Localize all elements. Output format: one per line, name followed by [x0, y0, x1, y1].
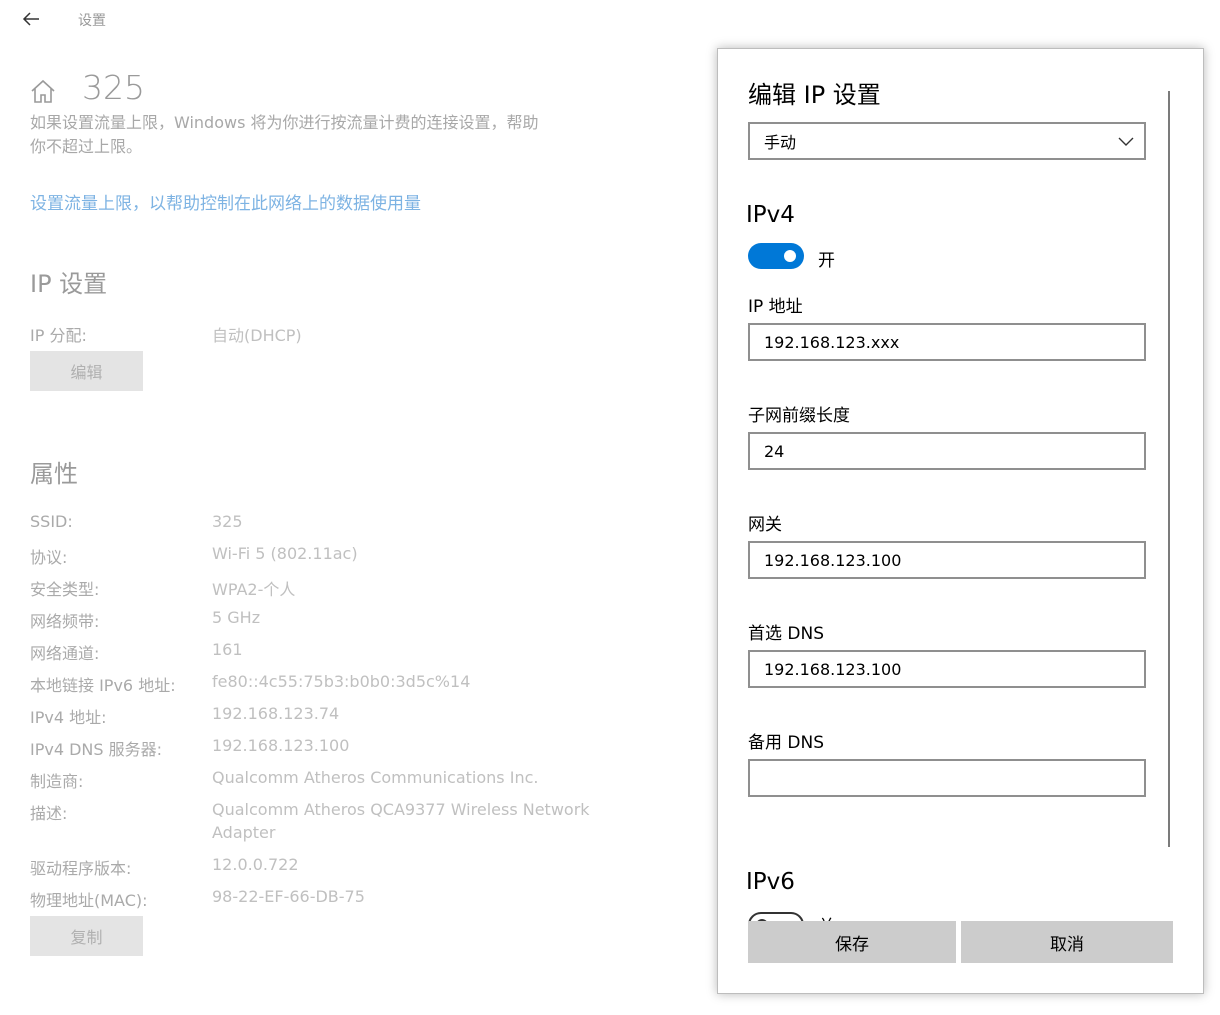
preferred-dns-field[interactable] [748, 650, 1146, 688]
ip-address-input[interactable] [764, 333, 1134, 352]
subnet-prefix-input[interactable] [764, 442, 1134, 461]
property-label: 制造商: [30, 768, 83, 792]
alternate-dns-label: 备用 DNS [748, 728, 824, 753]
metered-description: 如果设置流量上限，Windows 将为你进行按流量计费的连接设置，帮助 你不超过… [30, 112, 590, 160]
subnet-prefix-label: 子网前缀长度 [748, 401, 850, 426]
property-value: Qualcomm Atheros QCA9377 Wireless Networ… [212, 800, 590, 819]
property-value-continued: Adapter [212, 823, 275, 842]
property-value: 98-22-EF-66-DB-75 [212, 887, 365, 906]
property-label: 安全类型: [30, 576, 99, 600]
ip-address-label: IP 地址 [748, 292, 803, 317]
properties-heading: 属性 [30, 454, 78, 489]
copy-button[interactable]: 复制 [30, 916, 143, 956]
dialog-title: 编辑 IP 设置 [748, 75, 881, 110]
alternate-dns-field[interactable] [748, 759, 1146, 797]
property-value: Wi-Fi 5 (802.11ac) [212, 544, 358, 563]
toggle-knob [784, 250, 796, 262]
data-limit-link[interactable]: 设置流量上限，以帮助控制在此网络上的数据使用量 [30, 189, 421, 214]
property-value: 325 [212, 512, 243, 531]
ip-mode-dropdown[interactable]: 手动 [748, 122, 1146, 160]
ip-mode-selected: 手动 [764, 129, 1116, 153]
preferred-dns-input[interactable] [764, 660, 1134, 679]
property-label: SSID: [30, 512, 73, 531]
settings-page: 设置 325 如果设置流量上限，Windows 将为你进行按流量计费的连接设置，… [0, 0, 700, 1015]
property-label: 驱动程序版本: [30, 855, 131, 879]
metered-description-line2: 你不超过上限。 [30, 135, 590, 159]
preferred-dns-label: 首选 DNS [748, 619, 824, 644]
property-value: WPA2-个人 [212, 576, 295, 600]
ip-settings-heading: IP 设置 [30, 264, 107, 299]
gateway-input[interactable] [764, 551, 1134, 570]
page-title: 325 [82, 68, 145, 107]
property-label: 物理地址(MAC): [30, 887, 148, 911]
save-button[interactable]: 保存 [748, 921, 956, 963]
subnet-prefix-field[interactable] [748, 432, 1146, 470]
ip-assignment-value: 自动(DHCP) [212, 322, 302, 346]
cancel-button[interactable]: 取消 [961, 921, 1173, 963]
ip-assignment-label: IP 分配: [30, 322, 87, 346]
property-value: 192.168.123.74 [212, 704, 339, 723]
app-title: 设置 [78, 10, 106, 30]
metered-description-line1: 如果设置流量上限，Windows 将为你进行按流量计费的连接设置，帮助 [30, 112, 590, 135]
dialog-scrollbar[interactable] [1168, 91, 1170, 847]
ipv4-toggle-label: 开 [818, 246, 835, 271]
property-value: 192.168.123.100 [212, 736, 349, 755]
property-value: fe80::4c55:75b3:b0b0:3d5c%14 [212, 672, 470, 691]
property-value: 12.0.0.722 [212, 855, 299, 874]
property-label: IPv4 地址: [30, 704, 107, 728]
property-value: 161 [212, 640, 243, 659]
property-label: IPv4 DNS 服务器: [30, 736, 162, 760]
back-button[interactable] [18, 6, 44, 32]
property-label: 描述: [30, 800, 67, 824]
edit-ip-dialog: 编辑 IP 设置 手动 IPv4 开 IP 地址 子网前缀长度 网关 首选 DN… [717, 48, 1204, 994]
property-label: 网络通道: [30, 640, 99, 664]
gateway-field[interactable] [748, 541, 1146, 579]
dialog-button-bar: 保存 取消 [748, 921, 1174, 963]
gateway-label: 网关 [748, 510, 782, 535]
ipv4-heading: IPv4 [746, 202, 795, 228]
ipv4-toggle[interactable] [748, 243, 804, 269]
property-label: 本地链接 IPv6 地址: [30, 672, 176, 696]
edit-button[interactable]: 编辑 [30, 351, 143, 391]
property-value: 5 GHz [212, 608, 260, 627]
ipv6-heading: IPv6 [746, 869, 795, 895]
property-value: Qualcomm Atheros Communications Inc. [212, 768, 538, 787]
home-icon [30, 78, 56, 104]
chevron-down-icon [1116, 131, 1136, 151]
back-arrow-icon [22, 11, 40, 27]
property-label: 网络频带: [30, 608, 99, 632]
property-label: 协议: [30, 544, 67, 568]
ip-address-field[interactable] [748, 323, 1146, 361]
alternate-dns-input[interactable] [764, 769, 1134, 788]
